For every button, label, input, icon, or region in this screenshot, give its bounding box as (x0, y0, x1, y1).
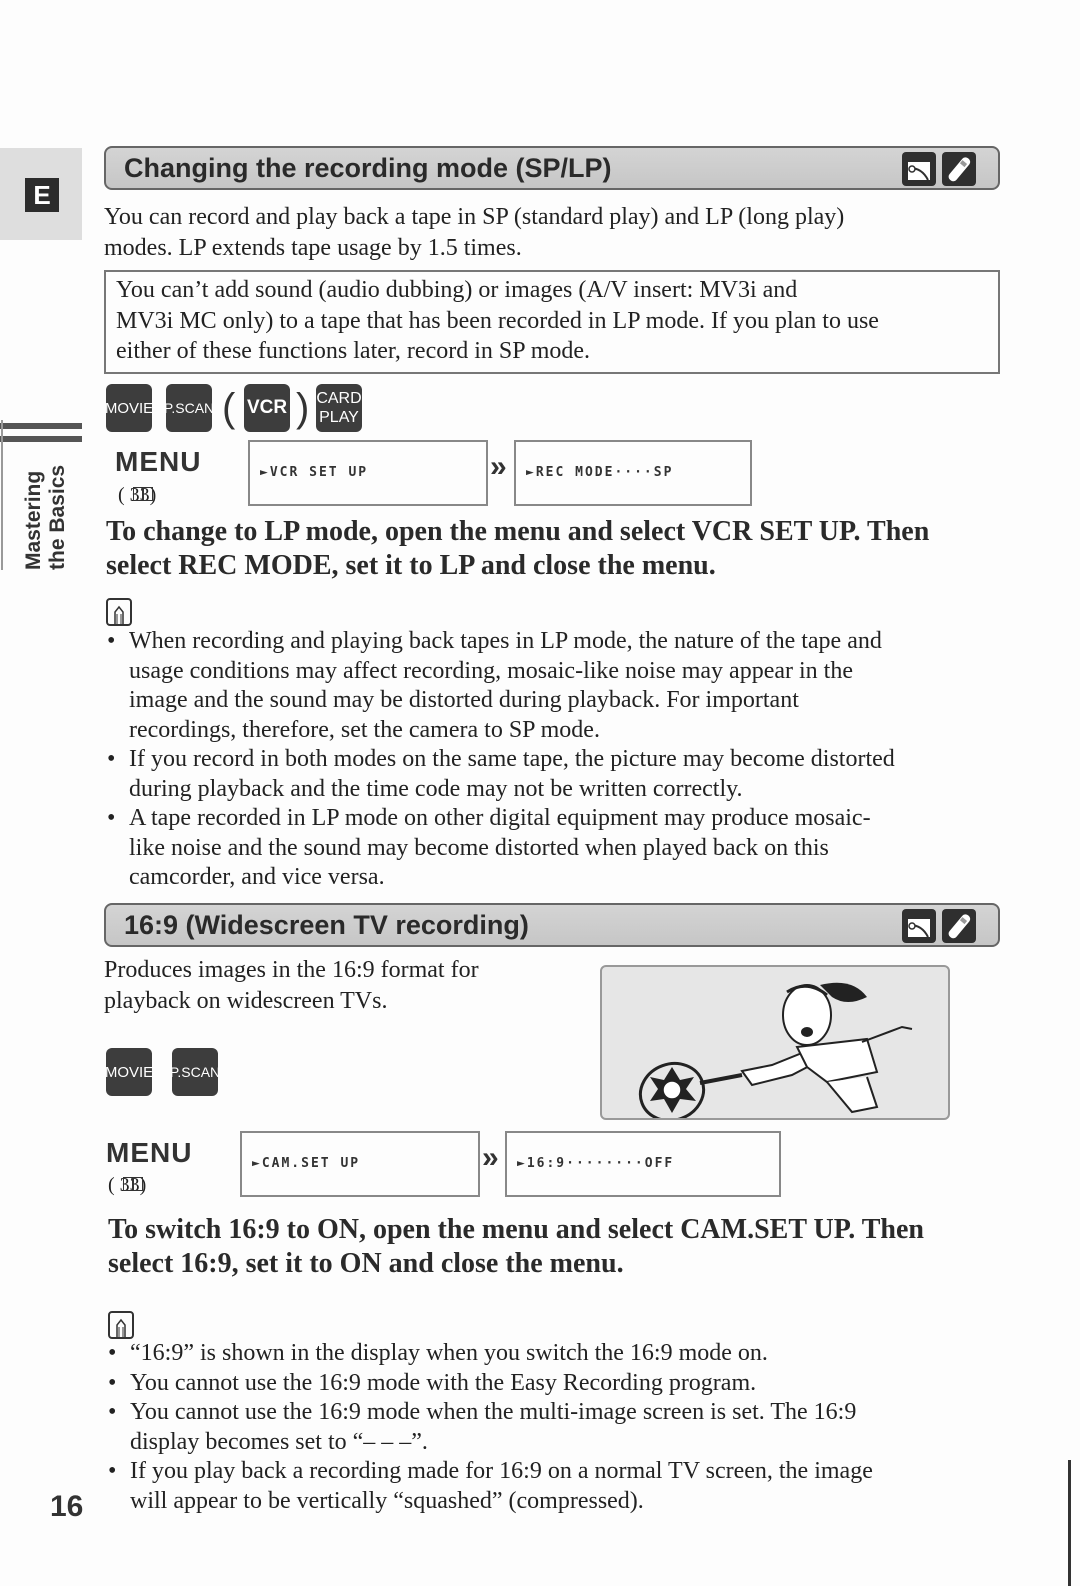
text-line: MV3i MC only) to a tape that has been re… (116, 307, 879, 334)
text-line: If you record in both modes on the same … (129, 746, 895, 772)
book-icon (133, 487, 153, 501)
section-header-sp-lp: Changing the recording mode (SP/LP) (104, 146, 1000, 190)
menu-screen-level1: ►VCR SET UP (248, 440, 488, 506)
list-item: If you record in both modes on the same … (104, 745, 1004, 804)
text-line: modes. LP extends tape usage by 1.5 time… (104, 235, 522, 261)
text-line: If you play back a recording made for 16… (130, 1458, 873, 1484)
paren-open: ( (222, 386, 236, 430)
girl-playing-tennis-illustration (600, 965, 950, 1120)
list-item: You cannot use the 16:9 mode when the mu… (105, 1398, 1005, 1457)
text-line: display becomes set to “– – –”. (130, 1428, 428, 1455)
text-line: To change to LP mode, open the menu and … (106, 516, 930, 547)
mode-button-pscan: P.SCAN (164, 384, 214, 432)
section-title: Changing the recording mode (SP/LP) (124, 153, 612, 183)
text-line: playback on widescreen TVs. (104, 988, 388, 1014)
chapter-label-line: the Basics (46, 464, 69, 570)
text-line: A tape recorded in LP mode on other digi… (129, 805, 871, 831)
chevron-right-icon: » (482, 1141, 499, 1174)
text-line: will appear to be vertically “squashed” … (130, 1487, 644, 1514)
mode-button-movie: MOVIE (105, 1048, 153, 1096)
mode-button-card-play: CARD PLAY (316, 384, 362, 432)
page-number: 16 (50, 1490, 84, 1523)
mode-button-vcr: VCR (244, 384, 290, 432)
text-line: select 16:9, set it to ON and close the … (108, 1248, 624, 1279)
text-line: “16:9” is shown in the display when you … (130, 1340, 768, 1366)
text-line: You cannot use the 16:9 mode when the mu… (130, 1399, 857, 1425)
mode-button-pscan: P.SCAN (170, 1048, 220, 1096)
section-title: 16:9 (Widescreen TV recording) (124, 910, 529, 940)
wireless-controller-icon (942, 909, 976, 943)
intro-text: You can record and play back a tape in S… (104, 202, 844, 264)
notes-list: When recording and playing back tapes in… (104, 627, 1004, 893)
text-line: You can’t add sound (audio dubbing) or i… (116, 277, 798, 303)
section-header-16-9: 16:9 (Widescreen TV recording) (104, 903, 1000, 947)
language-indicator: E (25, 178, 59, 212)
list-item: When recording and playing back tapes in… (104, 627, 1004, 745)
text-line: To switch 16:9 to ON, open the menu and … (108, 1214, 924, 1245)
list-item: If you play back a recording made for 16… (105, 1457, 1005, 1516)
text-line: like noise and the sound may become dist… (129, 834, 829, 861)
memo-icon (108, 1311, 134, 1339)
button-label: CARD (316, 390, 362, 407)
text-line: recordings, therefore, set the camera to… (129, 716, 600, 743)
text-line: camcorder, and vice versa. (129, 864, 385, 890)
intro-text: Produces images in the 16:9 format for p… (104, 955, 479, 1017)
text-line: You cannot use the 16:9 mode with the Ea… (130, 1369, 757, 1396)
tape-cassette-icon (902, 152, 936, 186)
text-line: usage conditions may affect recording, m… (129, 657, 853, 684)
menu-label: MENU (115, 446, 202, 477)
chapter-label-line: Mastering (22, 470, 45, 570)
divider (1, 420, 3, 570)
tape-cassette-icon (902, 909, 936, 943)
book-icon (123, 1177, 143, 1191)
text-line: You can record and play back a tape in S… (104, 204, 845, 230)
notes-list: “16:9” is shown in the display when you … (105, 1339, 1005, 1516)
paren-close: ) (296, 386, 310, 430)
text-line: select REC MODE, set it to LP and close … (106, 550, 716, 581)
menu-screen-level2: ►REC MODE····SP (514, 440, 752, 506)
important-note-box: You can’t add sound (audio dubbing) or i… (104, 270, 1000, 374)
text-line: during playback and the time code may no… (129, 775, 743, 802)
wireless-controller-icon (942, 152, 976, 186)
list-item: You cannot use the 16:9 mode with the Ea… (105, 1369, 1005, 1399)
instruction-text: To change to LP mode, open the menu and … (106, 515, 929, 583)
instruction-text: To switch 16:9 to ON, open the menu and … (108, 1213, 924, 1281)
text-line: either of these functions later, record … (116, 338, 591, 364)
list-item: “16:9” is shown in the display when you … (105, 1339, 1005, 1369)
mode-button-movie: MOVIE (105, 384, 153, 432)
list-item: A tape recorded in LP mode on other digi… (104, 804, 1004, 893)
chapter-label: Mastering the Basics (22, 410, 70, 570)
text-line: Produces images in the 16:9 format for (104, 957, 479, 983)
chevron-right-icon: » (490, 450, 507, 483)
menu-label: MENU (106, 1137, 193, 1168)
button-label: PLAY (319, 409, 359, 426)
text-line: image and the sound may be distorted dur… (129, 687, 799, 713)
menu-screen-level1: ►CAM.SET UP (240, 1131, 480, 1197)
menu-screen-level2: ►16:9········OFF (505, 1131, 781, 1197)
memo-icon (106, 598, 132, 626)
page-edge (1068, 1460, 1071, 1586)
text-line: When recording and playing back tapes in… (129, 628, 882, 654)
